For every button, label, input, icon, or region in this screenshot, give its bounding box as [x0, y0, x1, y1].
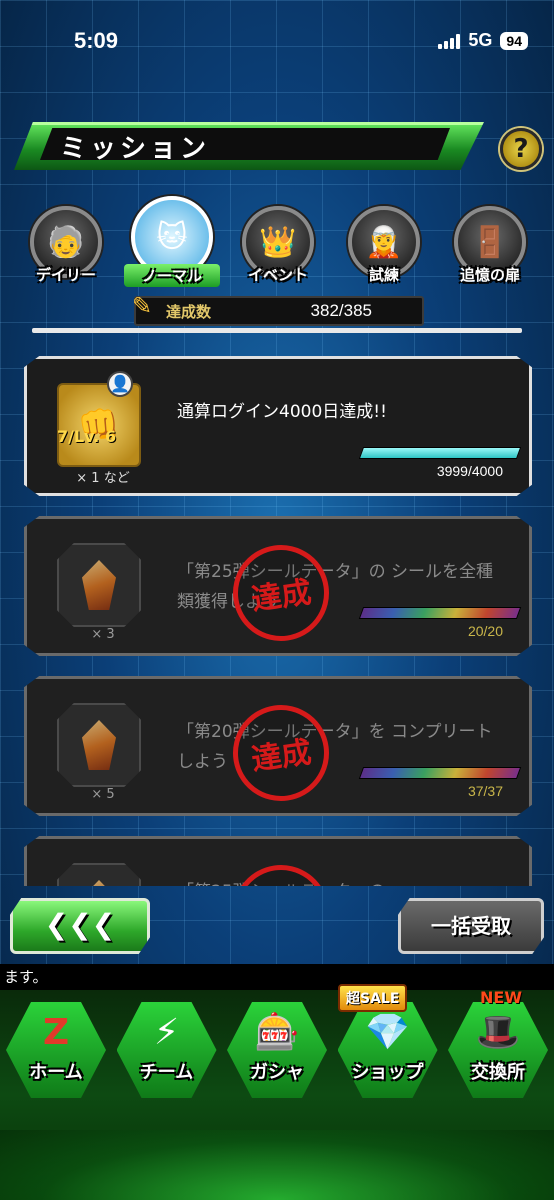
achievement-counter: ✎ 達成数 382/385 [132, 292, 424, 326]
nav-team[interactable]: ⚡ チーム [116, 1002, 217, 1098]
status-indicators: 5G 94 [438, 30, 528, 51]
progress-value: 37/37 [467, 783, 503, 799]
level-tag: 7/Lv. 6 [57, 427, 117, 446]
gacha-icon: 🎰 [254, 1012, 300, 1053]
progress-value: 3999/4000 [436, 463, 503, 479]
completed-stamp: 達成 [226, 698, 336, 808]
header: ミッション ? [0, 118, 554, 178]
mission-item[interactable]: × 5 「第20弾シールデータ」を コンプリートしよう 37/37 達成 [24, 676, 532, 816]
tab-label: ノーマル [124, 264, 220, 287]
claim-all-button[interactable]: 一括受取 [398, 898, 544, 954]
nav-label: ショップ [351, 1062, 424, 1083]
network-label: 5G [468, 30, 493, 50]
progress-bar [358, 767, 522, 779]
progress-value: 20/20 [467, 623, 503, 639]
crystal-icon [82, 880, 116, 886]
page-title: ミッション [60, 134, 211, 164]
crystal-icon: 💎 [365, 1012, 410, 1053]
floor-glow [0, 1130, 554, 1200]
exchange-icon: 🎩 [475, 1012, 521, 1053]
back-button[interactable]: ❮❮❮ [10, 898, 150, 954]
pencil-icon: ✎ [132, 292, 153, 320]
nav-gacha[interactable]: 🎰 ガシャ [227, 1002, 327, 1098]
sale-badge: 超SALE [338, 984, 408, 1012]
reward-quantity: × 3 [91, 627, 115, 642]
crystal-icon [82, 560, 116, 610]
nav-label: ガシャ [250, 1062, 304, 1083]
reward-card: 👊 [57, 383, 141, 467]
tab-event[interactable]: 👑 イベント [230, 206, 326, 298]
crystal-icon [82, 720, 116, 770]
reward-quantity: × 5 [91, 787, 115, 802]
nav-label: ホーム [29, 1062, 83, 1083]
tab-trial[interactable]: 🧝 試練 [336, 206, 432, 298]
nav-home[interactable]: Z ホーム [6, 1002, 106, 1098]
category-tabs: 🧓 デイリー 🐱 ノーマル 👑 イベント 🧝 試練 🚪 追憶の扉 [18, 196, 538, 298]
progress-bar [358, 607, 522, 619]
nav-exchange[interactable]: 🎩 交換所 [448, 1002, 548, 1098]
mission-item[interactable]: 「第25弾シールデータ」の 達成 [24, 836, 532, 886]
completed-stamp: 達成 [226, 538, 336, 648]
bottom-nav: Z ホーム ⚡ チーム 🎰 ガシャ 💎 ショップ 🎩 交換所 超SALE NEW [0, 984, 554, 1200]
tab-label: イベント [247, 266, 308, 284]
divider [32, 328, 522, 333]
tab-memory-door[interactable]: 🚪 追憶の扉 [442, 206, 538, 298]
battery-icon: 94 [500, 31, 528, 50]
tab-label: 試練 [368, 266, 399, 284]
status-bar: 5:09 5G 94 [0, 0, 554, 80]
reward-crystal [57, 863, 141, 886]
mission-item[interactable]: × 3 「第25弾シールデータ」の シールを全種類獲得しよう 20/20 達成 [24, 516, 532, 656]
nav-label: チーム [139, 1062, 194, 1083]
ticker-text: ます。 [0, 964, 554, 990]
tab-normal[interactable]: 🐱 ノーマル [124, 196, 220, 298]
tab-label: デイリー [35, 266, 96, 284]
help-button[interactable]: ? [500, 128, 542, 170]
team-icon: ⚡ [153, 1012, 180, 1053]
nav-shop[interactable]: 💎 ショップ [337, 1002, 438, 1098]
mission-list[interactable]: 👊 👤 7/Lv. 6 × 1 など 通算ログイン4000日達成!! 3999/… [24, 356, 534, 886]
counter-value: 382/385 [310, 301, 372, 320]
nav-label: 交換所 [471, 1062, 525, 1083]
progress-fill [360, 768, 520, 778]
tab-label: 追憶の扉 [459, 266, 520, 284]
tab-daily[interactable]: 🧓 デイリー [18, 206, 114, 298]
reward-crystal [57, 543, 141, 627]
new-badge: NEW [480, 988, 522, 1007]
counter-label: 達成数 [166, 302, 212, 321]
reward-crystal [57, 703, 141, 787]
status-time: 5:09 [74, 28, 119, 53]
z-logo-icon: Z [42, 1012, 70, 1053]
progress-bar [358, 447, 522, 459]
mission-text: 「第25弾シールデータ」の [177, 877, 497, 886]
progress-fill [360, 608, 520, 618]
reward-quantity: × 1 など [76, 471, 130, 486]
signal-icon [438, 33, 461, 49]
progress-fill [360, 448, 520, 458]
mission-text: 通算ログイン4000日達成!! [177, 402, 387, 422]
person-icon: 👤 [107, 371, 133, 397]
mission-item[interactable]: 👊 👤 7/Lv. 6 × 1 など 通算ログイン4000日達成!! 3999/… [24, 356, 532, 496]
